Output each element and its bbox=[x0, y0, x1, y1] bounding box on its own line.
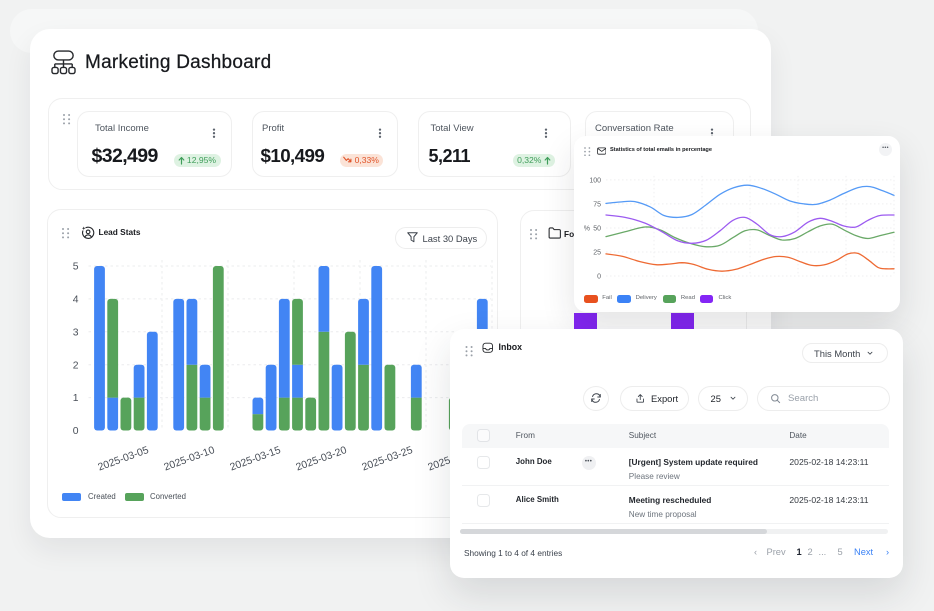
svg-text:%: % bbox=[584, 225, 590, 232]
svg-text:25: 25 bbox=[593, 249, 601, 256]
svg-text:5: 5 bbox=[73, 262, 79, 273]
svg-text:50: 50 bbox=[593, 225, 601, 232]
svg-text:2025-03-20: 2025-03-20 bbox=[295, 445, 349, 474]
svg-text:0: 0 bbox=[73, 426, 79, 437]
svg-text:2025-03-15: 2025-03-15 bbox=[229, 445, 283, 474]
svg-text:2: 2 bbox=[73, 360, 79, 371]
svg-text:4: 4 bbox=[73, 295, 79, 306]
svg-text:0: 0 bbox=[597, 273, 601, 280]
svg-text:75: 75 bbox=[593, 201, 601, 208]
svg-text:3: 3 bbox=[73, 327, 79, 338]
svg-text:100: 100 bbox=[589, 177, 601, 184]
svg-text:2025-03-25: 2025-03-25 bbox=[361, 445, 415, 474]
svg-text:1: 1 bbox=[73, 393, 79, 404]
svg-text:2025-03-05: 2025-03-05 bbox=[97, 445, 151, 474]
svg-text:2025-03-10: 2025-03-10 bbox=[163, 445, 217, 474]
